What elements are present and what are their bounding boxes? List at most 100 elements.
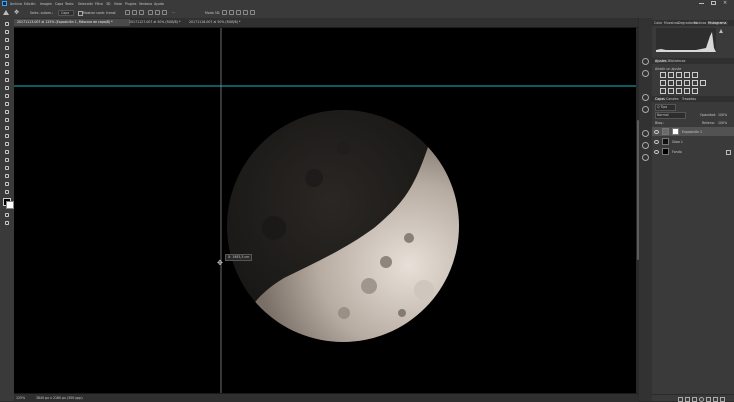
- healing-brush-icon[interactable]: [4, 77, 10, 83]
- brush-settings-icon[interactable]: [642, 106, 649, 113]
- rectangle-icon[interactable]: [4, 165, 10, 171]
- 3d-pan-icon[interactable]: [236, 10, 241, 15]
- character-panel-icon[interactable]: [642, 142, 649, 149]
- align-right-icon[interactable]: [139, 10, 144, 15]
- maximize-icon[interactable]: [711, 1, 716, 5]
- layer-row-glow[interactable]: Glow 1: [652, 137, 734, 146]
- tab-adjustments[interactable]: Ajustes: [654, 59, 668, 63]
- quick-select-icon[interactable]: [4, 45, 10, 51]
- layer-name[interactable]: Exposición 1: [682, 130, 702, 134]
- type-icon[interactable]: [4, 149, 10, 155]
- zoom-level[interactable]: 125%: [16, 396, 25, 400]
- levels-icon[interactable]: [668, 72, 674, 78]
- menu-ayuda[interactable]: Ayuda: [154, 2, 164, 6]
- brightness-icon[interactable]: [660, 72, 666, 78]
- black-white-icon[interactable]: [676, 80, 682, 86]
- tab-document-3[interactable]: 20171116-007 al 50% (RGB/8) *: [186, 19, 250, 26]
- align-middle-icon[interactable]: [155, 10, 160, 15]
- marquee-icon[interactable]: [4, 29, 10, 35]
- eraser-icon[interactable]: [4, 109, 10, 115]
- auto-select-dropdown[interactable]: Capa: [58, 9, 74, 16]
- eyedropper-icon[interactable]: [4, 69, 10, 75]
- menu-ventana[interactable]: Ventana: [139, 2, 152, 6]
- history-brush-icon[interactable]: [4, 101, 10, 107]
- tab-channels[interactable]: Canales: [666, 97, 679, 101]
- zoom-icon[interactable]: [4, 181, 10, 187]
- tab-libraries[interactable]: Bibliotecas: [668, 59, 685, 63]
- curves-icon[interactable]: [676, 72, 682, 78]
- tab-color[interactable]: Color: [654, 21, 662, 25]
- blend-mode-dropdown[interactable]: Normal: [655, 112, 686, 119]
- visibility-eye-icon[interactable]: [654, 130, 659, 134]
- menu-capa[interactable]: Capa: [55, 2, 63, 6]
- more-tools-icon[interactable]: [4, 189, 10, 195]
- exposure-icon[interactable]: [684, 72, 690, 78]
- background-color-swatch[interactable]: [6, 201, 14, 209]
- layer-name[interactable]: Fondo: [672, 150, 682, 154]
- link-layers-icon[interactable]: [678, 397, 683, 402]
- gradient-icon[interactable]: [4, 117, 10, 123]
- move-icon[interactable]: [4, 21, 10, 27]
- lock-icon[interactable]: [726, 150, 731, 155]
- gradient-map-icon[interactable]: [684, 88, 690, 94]
- clone-stamp-icon[interactable]: [4, 93, 10, 99]
- tab-swatches[interactable]: Muestras: [664, 21, 679, 25]
- invert-icon[interactable]: [660, 88, 666, 94]
- document-info[interactable]: 3840 px x 2160 px (300 ppp): [36, 396, 83, 400]
- delete-layer-icon[interactable]: [720, 397, 725, 402]
- minimize-icon[interactable]: [699, 3, 704, 4]
- menu-3d[interactable]: 3D: [106, 2, 110, 6]
- blur-icon[interactable]: [4, 125, 10, 131]
- crop-icon[interactable]: [4, 53, 10, 59]
- paragraph-panel-icon[interactable]: [642, 130, 649, 137]
- brush-icon[interactable]: [4, 85, 10, 91]
- menu-plugins[interactable]: Plugins: [125, 2, 136, 6]
- fill-value[interactable]: 100%: [718, 121, 727, 125]
- selective-color-icon[interactable]: [692, 88, 698, 94]
- mask-thumbnail[interactable]: [672, 128, 679, 135]
- color-lookup-icon[interactable]: [700, 80, 706, 86]
- menu-texto[interactable]: Texto: [65, 2, 73, 6]
- visibility-eye-icon[interactable]: [654, 150, 659, 154]
- photo-filter-icon[interactable]: [684, 80, 690, 86]
- path-select-icon[interactable]: [4, 157, 10, 163]
- layer-name[interactable]: Glow 1: [672, 140, 683, 144]
- vibrance-icon[interactable]: [692, 72, 698, 78]
- add-mask-icon[interactable]: [692, 397, 697, 402]
- screen-mode-icon[interactable]: [4, 220, 10, 226]
- align-top-icon[interactable]: [148, 10, 153, 15]
- tab-histogram[interactable]: Histograma: [707, 21, 728, 25]
- new-layer-icon[interactable]: [713, 397, 718, 402]
- document-canvas[interactable]: ✥ X: 1983,3 cm: [14, 28, 636, 393]
- warning-icon[interactable]: [719, 29, 723, 33]
- home-icon[interactable]: [3, 10, 9, 15]
- close-icon[interactable]: ×: [723, 0, 727, 6]
- align-bottom-icon[interactable]: [162, 10, 167, 15]
- channel-mixer-icon[interactable]: [692, 80, 698, 86]
- 3d-roll-icon[interactable]: [229, 10, 234, 15]
- tab-document-2[interactable]: 20171127-007 al 50% (RGB/8) *: [126, 19, 190, 26]
- new-adjustment-icon[interactable]: [699, 397, 704, 402]
- hand-icon[interactable]: [4, 173, 10, 179]
- fx-icon[interactable]: [685, 397, 690, 402]
- properties-panel-icon[interactable]: [642, 70, 649, 77]
- color-balance-icon[interactable]: [668, 80, 674, 86]
- tab-document-1[interactable]: 20171113-007 al 125% (Exposición 1, Másc…: [14, 19, 130, 26]
- align-left-icon[interactable]: [125, 10, 130, 15]
- new-group-icon[interactable]: [706, 397, 711, 402]
- history-panel-icon[interactable]: [642, 58, 649, 65]
- dodge-icon[interactable]: [4, 133, 10, 139]
- frame-icon[interactable]: [4, 61, 10, 67]
- layer-filter-dropdown[interactable]: Q Tipo: [655, 104, 676, 111]
- menu-vista[interactable]: Vista: [114, 2, 122, 6]
- 3d-scale-icon[interactable]: [250, 10, 255, 15]
- tab-layers[interactable]: Capas: [654, 97, 666, 101]
- menu-seleccion[interactable]: Selección: [78, 2, 93, 6]
- menu-archivo[interactable]: Archivo: [10, 2, 22, 6]
- align-center-icon[interactable]: [132, 10, 137, 15]
- threshold-icon[interactable]: [676, 88, 682, 94]
- menu-edicion[interactable]: Edición: [24, 2, 36, 6]
- posterize-icon[interactable]: [668, 88, 674, 94]
- layers-panel-icon[interactable]: [642, 154, 649, 161]
- opacity-value[interactable]: 100%: [718, 113, 727, 117]
